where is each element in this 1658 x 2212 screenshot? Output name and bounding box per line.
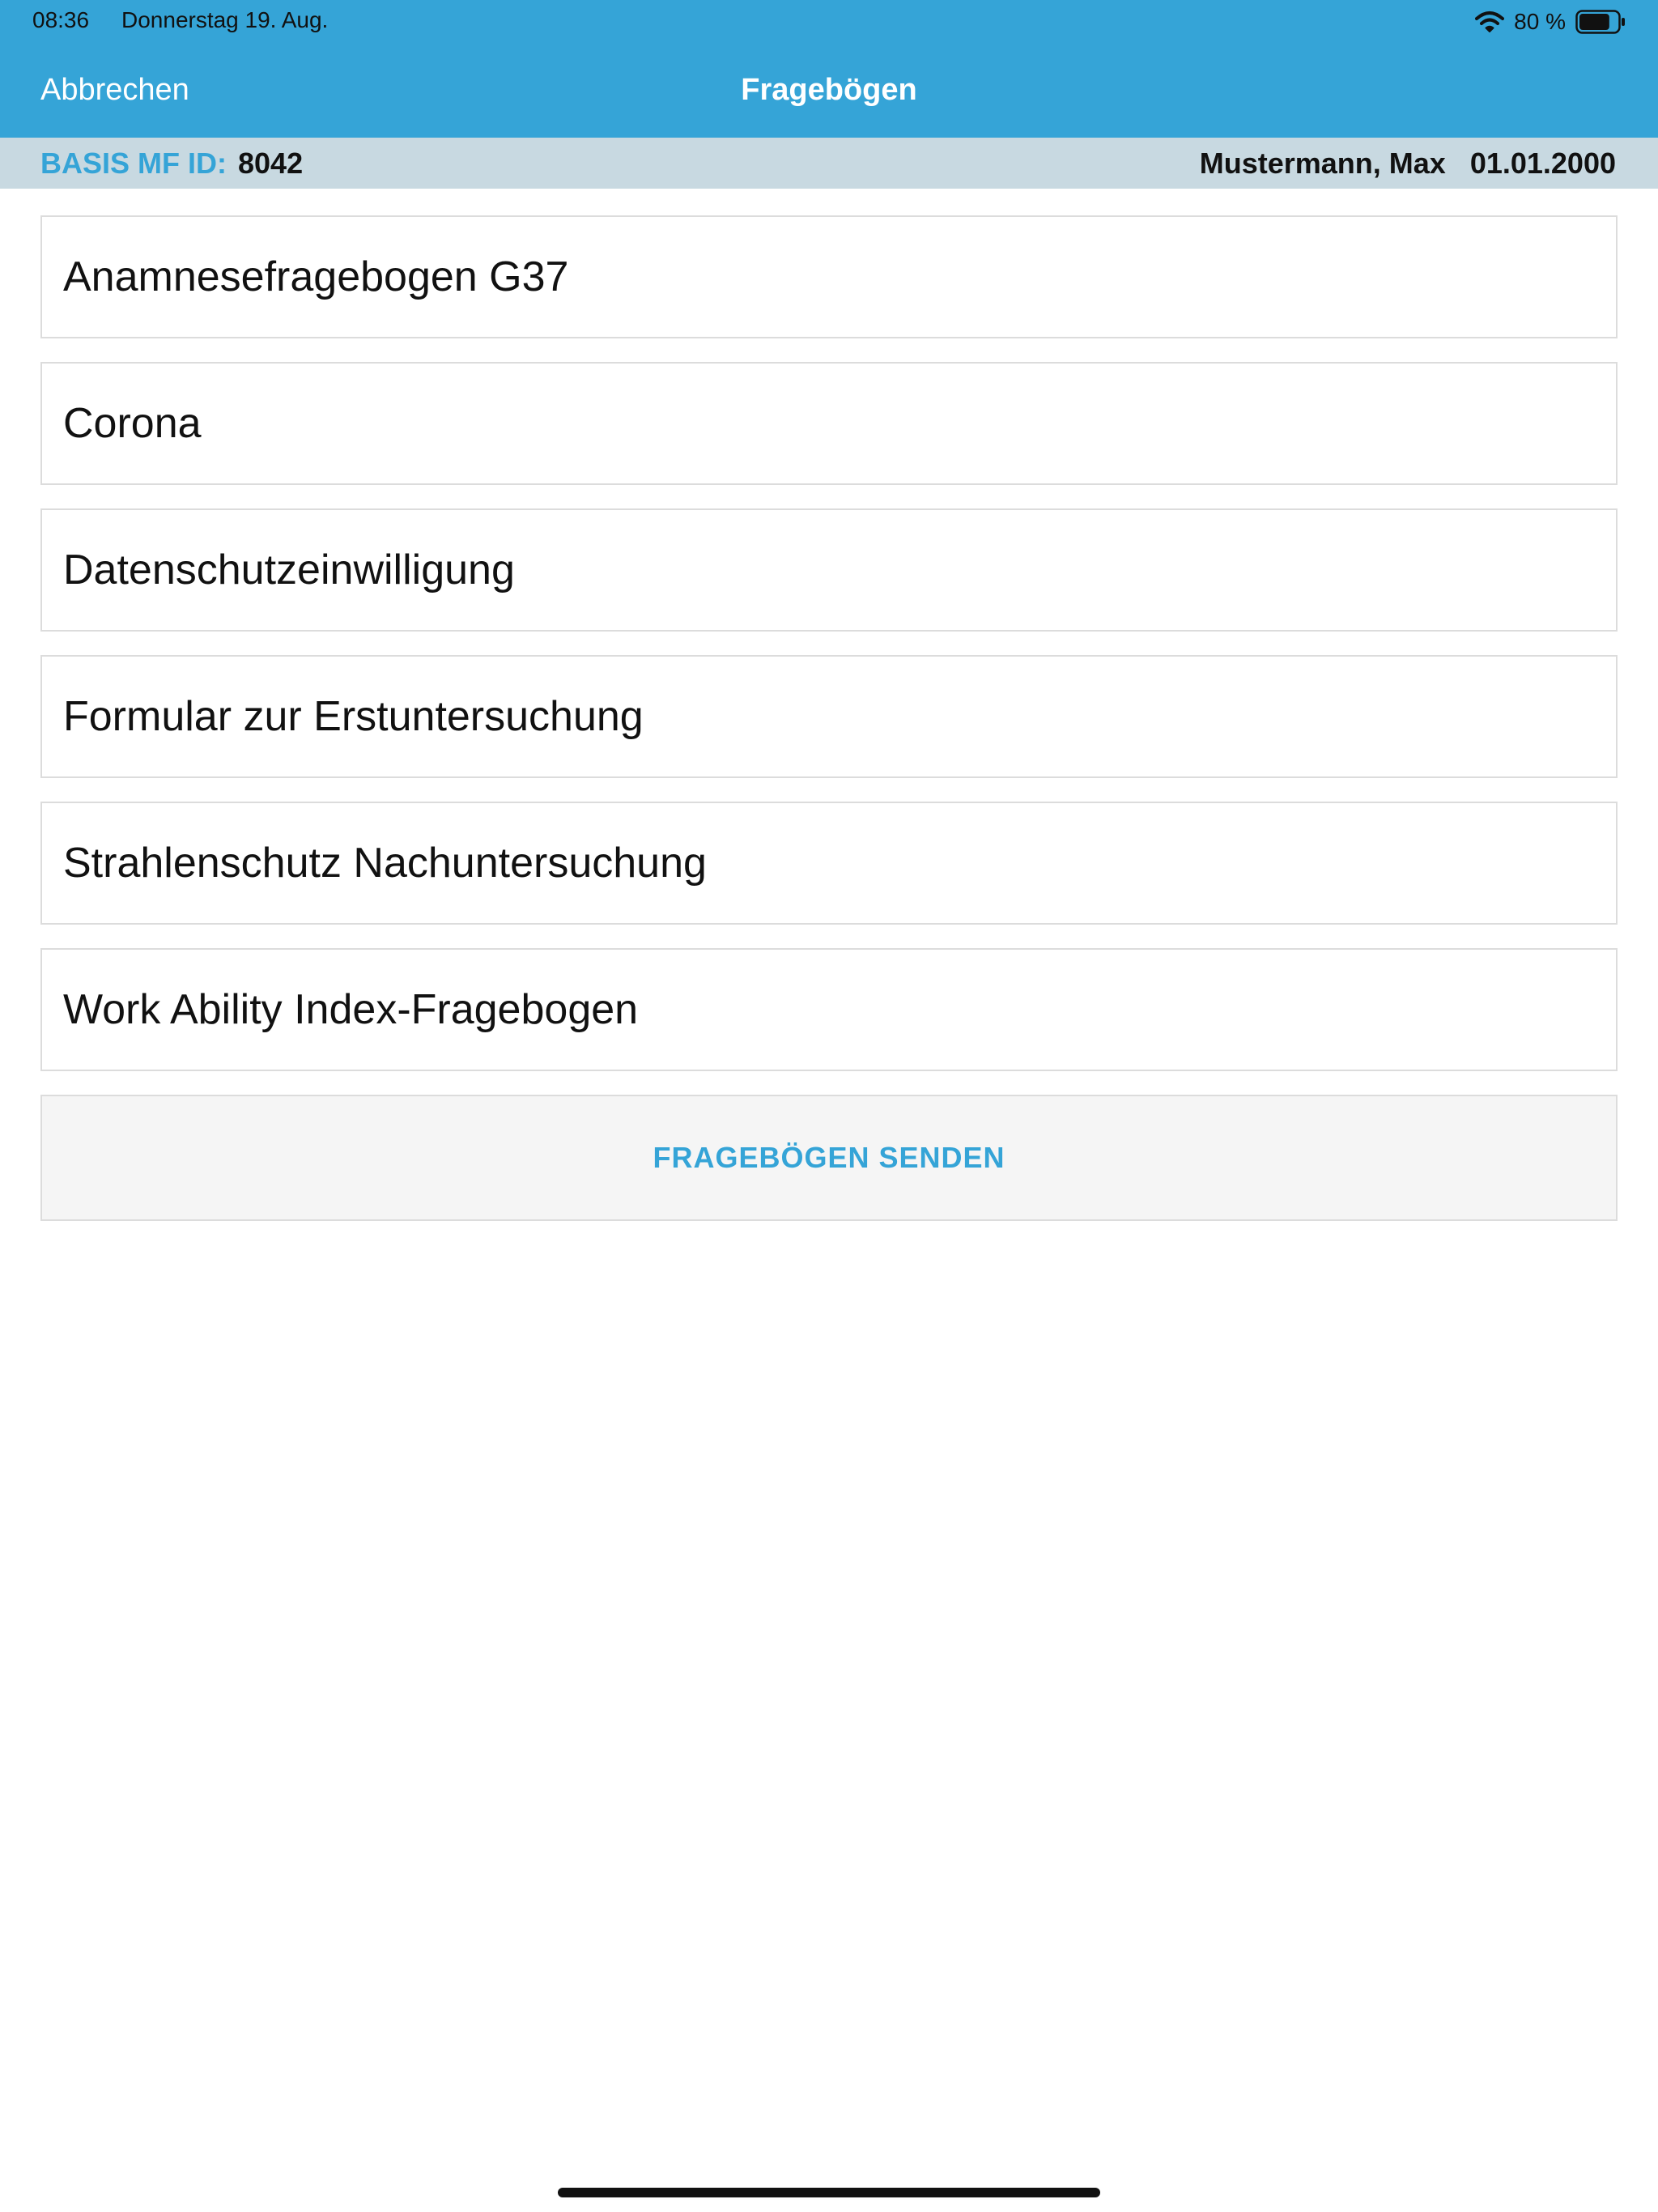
- app-header: 08:36 Donnerstag 19. Aug. 80 % Abbrechen…: [0, 0, 1658, 138]
- patient-details: Mustermann, Max 01.01.2000: [1200, 138, 1616, 189]
- questionnaire-item-anamnese[interactable]: Anamnesefragebogen G37: [40, 215, 1618, 338]
- patient-info-bar: BASIS MF ID: 8042 Mustermann, Max 01.01.…: [0, 138, 1658, 189]
- status-date: Donnerstag 19. Aug.: [121, 7, 329, 32]
- send-questionnaires-button[interactable]: FRAGEBÖGEN SENDEN: [40, 1095, 1618, 1221]
- questionnaire-label: Corona: [63, 400, 202, 447]
- send-button-label: FRAGEBÖGEN SENDEN: [653, 1141, 1005, 1174]
- wifi-icon: [1475, 11, 1505, 32]
- questionnaire-item-datenschutz[interactable]: Datenschutzeinwilligung: [40, 508, 1618, 632]
- patient-name: Mustermann, Max: [1199, 146, 1446, 180]
- questionnaire-item-corona[interactable]: Corona: [40, 362, 1618, 485]
- page-title: Fragebögen: [741, 73, 917, 107]
- home-indicator[interactable]: [558, 2188, 1100, 2197]
- patient-id-label: BASIS MF ID:: [40, 146, 227, 180]
- battery-icon: [1575, 10, 1625, 34]
- questionnaire-label: Formular zur Erstuntersuchung: [63, 693, 644, 740]
- questionnaire-label: Work Ability Index-Fragebogen: [63, 986, 639, 1033]
- patient-id: BASIS MF ID: 8042: [40, 138, 303, 189]
- questionnaire-item-work-ability[interactable]: Work Ability Index-Fragebogen: [40, 948, 1618, 1071]
- questionnaire-label: Datenschutzeinwilligung: [63, 547, 515, 593]
- questionnaire-label: Anamnesefragebogen G37: [63, 253, 569, 300]
- questionnaire-item-strahlenschutz[interactable]: Strahlenschutz Nachuntersuchung: [40, 802, 1618, 925]
- questionnaire-label: Strahlenschutz Nachuntersuchung: [63, 840, 707, 887]
- cancel-button[interactable]: Abbrechen: [40, 73, 189, 108]
- questionnaire-item-erstuntersuchung[interactable]: Formular zur Erstuntersuchung: [40, 655, 1618, 778]
- status-indicators: 80 %: [1475, 6, 1626, 37]
- patient-birth-date: 01.01.2000: [1469, 146, 1616, 180]
- status-time: 08:36: [32, 7, 90, 32]
- patient-id-value: 8042: [238, 146, 304, 180]
- battery-percent: 80 %: [1514, 9, 1566, 34]
- questionnaire-list: Anamnesefragebogen G37 Corona Datenschut…: [40, 215, 1618, 1221]
